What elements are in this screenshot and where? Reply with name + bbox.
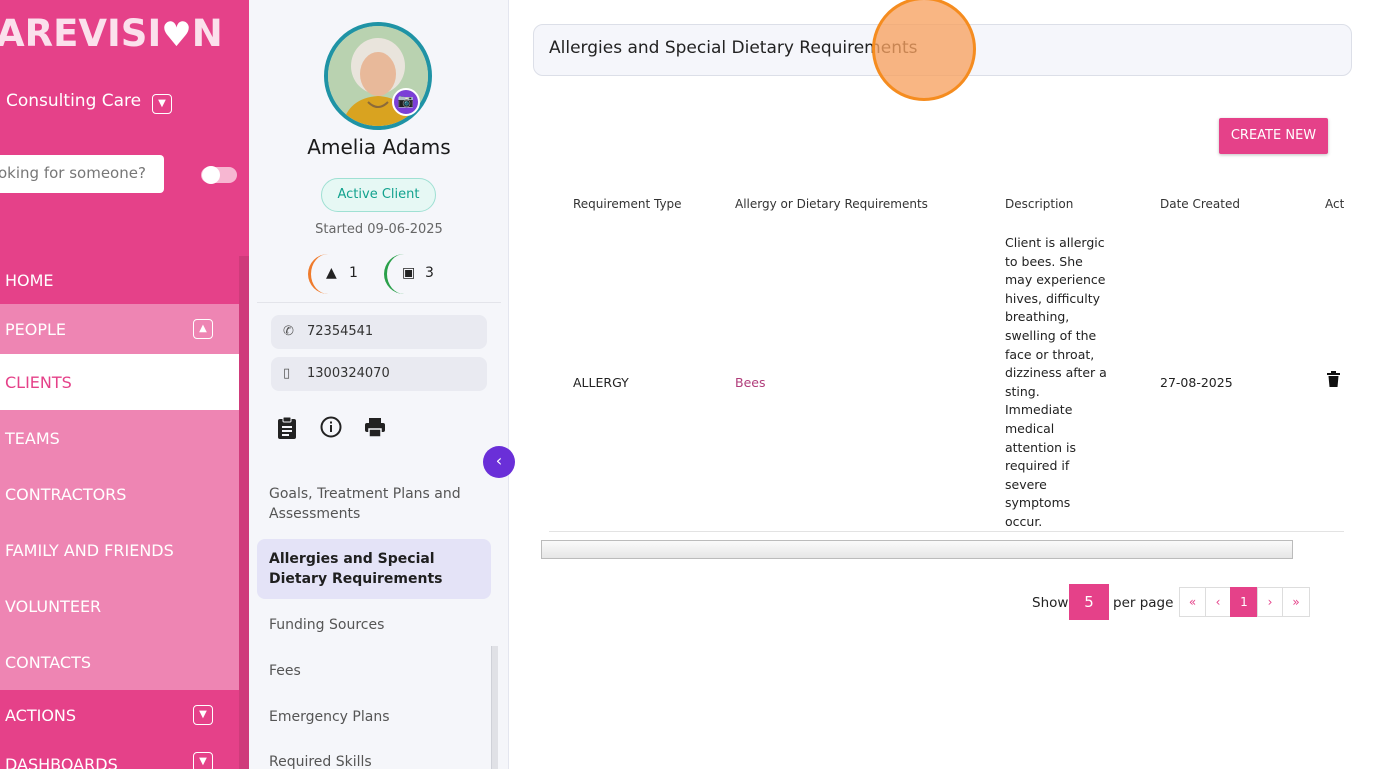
- sidebar-item-dashboards[interactable]: DASHBOARDS ▼: [0, 744, 239, 769]
- main-content: Allergies and Special Dietary Requiremen…: [509, 0, 1376, 769]
- divider: [257, 302, 501, 303]
- sidebar-item-label: FAMILY AND FRIENDS: [5, 540, 174, 560]
- per-page-label: per page: [1113, 595, 1174, 611]
- column-header-allergy[interactable]: Allergy or Dietary Requirements: [735, 197, 928, 211]
- chevron-down-icon[interactable]: ▼: [193, 752, 213, 769]
- table-horizontal-scrollbar[interactable]: [541, 540, 1293, 559]
- sidebar-item-family-and-friends[interactable]: FAMILY AND FRIENDS: [0, 522, 239, 578]
- mobile-field[interactable]: ▯ 1300324070: [271, 357, 487, 391]
- sidebar-scrollbar[interactable]: [239, 256, 249, 769]
- last-page-button[interactable]: »: [1282, 587, 1310, 617]
- chevron-up-icon[interactable]: ▲: [193, 319, 213, 339]
- avatar[interactable]: [324, 22, 432, 130]
- sidebar-item-actions[interactable]: ACTIONS ▼: [0, 690, 239, 740]
- column-header-date-created[interactable]: Date Created: [1160, 197, 1240, 211]
- prev-page-button[interactable]: ‹: [1205, 587, 1231, 617]
- mobile-number: 1300324070: [307, 366, 390, 381]
- page-1-button[interactable]: 1: [1230, 587, 1258, 617]
- cell-date-created: 27-08-2025: [1160, 375, 1233, 390]
- logo-text: AREVISI: [0, 12, 162, 55]
- sidebar-item-home[interactable]: HOME: [0, 256, 239, 304]
- wallet-icon: ▣: [402, 265, 416, 281]
- collapse-panel-button[interactable]: ‹: [483, 446, 515, 478]
- sidebar-item-label: PEOPLE: [5, 319, 67, 339]
- print-icon[interactable]: [364, 416, 386, 443]
- sidebar-item-clients[interactable]: CLIENTS: [0, 354, 239, 410]
- phone-icon: ✆: [283, 324, 294, 339]
- organization-dropdown-icon[interactable]: ▼: [152, 94, 172, 114]
- sidebar-item-teams[interactable]: TEAMS: [0, 410, 239, 466]
- sidebar-item-volunteer[interactable]: VOLUNTEER: [0, 578, 239, 634]
- clipboard-icon[interactable]: [276, 416, 298, 445]
- cell-description: Client is allergic to bees. She may expe…: [1005, 235, 1107, 529]
- column-header-description[interactable]: Description: [1005, 197, 1073, 211]
- sidebar-item-label: TEAMS: [5, 428, 60, 448]
- create-new-button[interactable]: CREATE NEW: [1219, 118, 1328, 154]
- menu-item-funding-sources[interactable]: Funding Sources: [257, 615, 491, 635]
- column-header-requirement-type[interactable]: Requirement Type: [573, 197, 682, 211]
- sidebar-item-label: HOME: [5, 270, 54, 290]
- first-page-button[interactable]: «: [1179, 587, 1206, 617]
- menu-item-emergency-plans[interactable]: Emergency Plans: [257, 707, 491, 727]
- camera-icon[interactable]: 📷: [392, 88, 420, 116]
- client-profile-panel: 📷 Amelia Adams Active Client Started 09-…: [249, 0, 515, 769]
- start-date: Started 09-06-2025: [315, 222, 443, 237]
- sidebar-item-label: CONTRACTORS: [5, 484, 127, 504]
- sidebar-item-contractors[interactable]: CONTRACTORS: [0, 466, 239, 522]
- mobile-icon: ▯: [283, 366, 291, 381]
- table-row-divider: [549, 531, 1344, 532]
- sidebar-item-label: VOLUNTEER: [5, 596, 102, 616]
- show-label: Show: [1032, 595, 1069, 611]
- sidebar-item-contacts[interactable]: CONTACTS: [0, 634, 239, 690]
- per-page-select[interactable]: 5: [1069, 584, 1109, 620]
- menu-item-required-skills[interactable]: Required Skills: [257, 752, 491, 769]
- sidebar-toggle-switch[interactable]: [201, 166, 237, 184]
- organization-name[interactable]: Consulting Care: [6, 91, 141, 111]
- menu-item-allergies[interactable]: Allergies and Special Dietary Requiremen…: [257, 539, 491, 599]
- search-input[interactable]: oking for someone?: [0, 155, 164, 193]
- cursor-highlight: [872, 0, 976, 101]
- main-sidebar: AREVISI♥N Consulting Care ▼ oking for so…: [0, 0, 249, 769]
- sidebar-item-label: ACTIONS: [5, 705, 77, 725]
- cell-allergy-link[interactable]: Bees: [735, 375, 765, 390]
- column-header-actions[interactable]: Acti: [1325, 197, 1344, 211]
- alerts-count: 1: [349, 265, 358, 281]
- delete-icon[interactable]: [1327, 371, 1340, 391]
- sidebar-item-label: CONTACTS: [5, 652, 92, 672]
- sidebar-item-label: CLIENTS: [5, 372, 72, 392]
- chevron-down-icon[interactable]: ▼: [193, 705, 213, 725]
- wallet-count: 3: [425, 265, 434, 281]
- panel-scrollbar[interactable]: [491, 646, 498, 769]
- phone-field[interactable]: ✆ 72354541: [271, 315, 487, 349]
- sidebar-item-people[interactable]: PEOPLE ▲: [0, 304, 239, 354]
- info-icon[interactable]: [320, 416, 342, 443]
- cell-requirement-type: ALLERGY: [573, 375, 629, 390]
- client-name: Amelia Adams: [307, 135, 451, 159]
- logo-text-end: N: [191, 12, 223, 55]
- logo-heart-icon: ♥: [161, 15, 192, 55]
- phone-number: 72354541: [307, 324, 374, 339]
- next-page-button[interactable]: ›: [1257, 587, 1283, 617]
- menu-item-fees[interactable]: Fees: [257, 661, 491, 681]
- warning-icon: ▲: [326, 265, 337, 281]
- menu-item-goals[interactable]: Goals, Treatment Plans and Assessments: [257, 484, 491, 524]
- app-logo[interactable]: AREVISI♥N: [0, 12, 223, 55]
- status-badge: Active Client: [321, 178, 436, 212]
- sidebar-item-label: DASHBOARDS: [5, 754, 118, 769]
